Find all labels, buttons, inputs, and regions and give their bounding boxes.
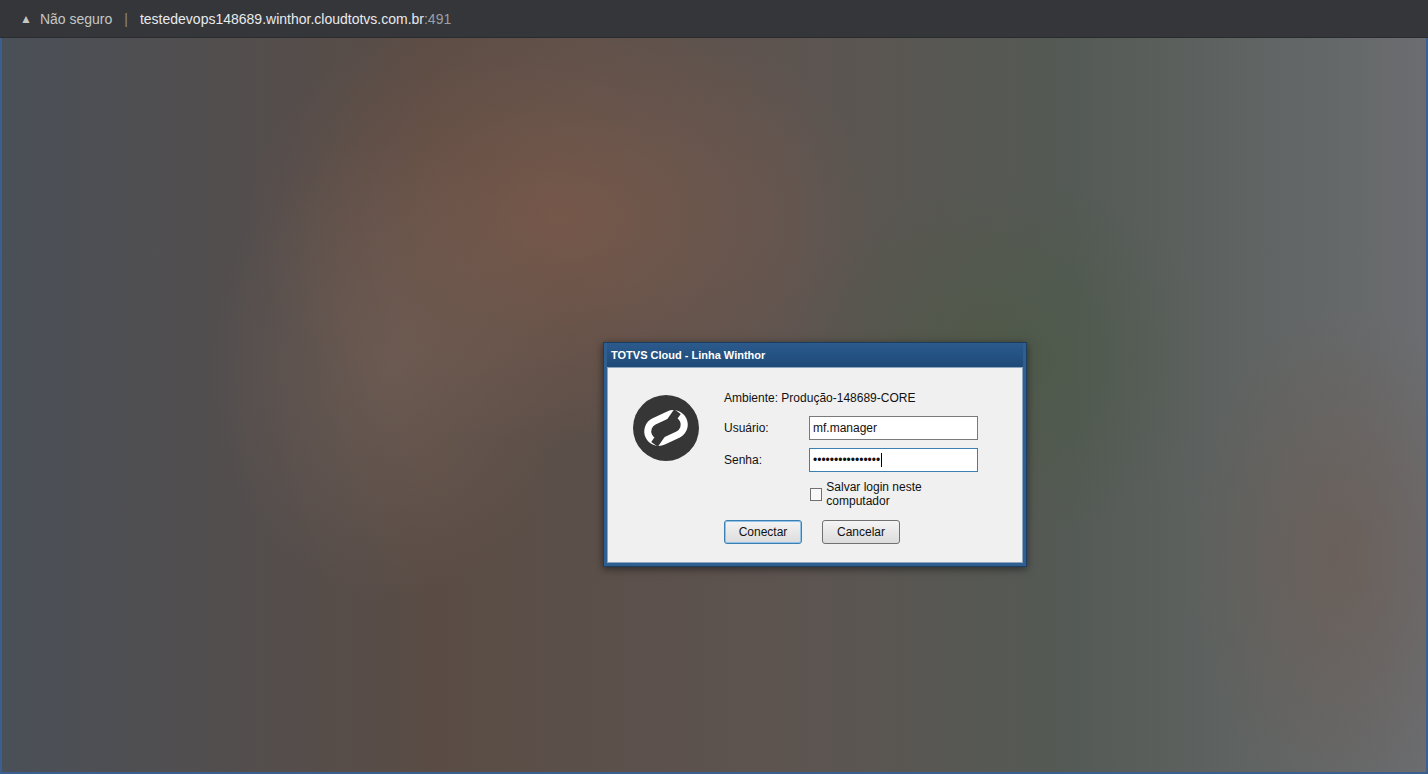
save-login-checkbox[interactable] — [810, 488, 822, 501]
field-value[interactable]: mf.manager — [813, 421, 877, 435]
url-port[interactable]: :491 — [424, 11, 451, 27]
field-row: Senha: •••••••••••••••• — [724, 448, 978, 472]
connect-button[interactable]: Conectar — [724, 520, 802, 544]
field-row: Usuário: mf.manager — [724, 416, 978, 440]
login-form: Ambiente: Produção-148689-CORE Usuário: mf… — [724, 388, 1022, 544]
warning-icon[interactable]: ▲ — [20, 12, 32, 26]
button-row: Conectar Cancelar — [724, 520, 978, 544]
password-input[interactable]: •••••••••••••••• — [809, 448, 978, 472]
login-dialog: TOTVS Cloud - Linha Winthor Ambiente: Pro… — [603, 342, 1027, 567]
username-input[interactable]: mf.manager — [809, 416, 978, 440]
separator: | — [120, 11, 132, 27]
cancel-button[interactable]: Cancelar — [822, 520, 900, 544]
url-host[interactable]: testedevops148689.winthor.cloudtotvs.com… — [140, 11, 424, 27]
dialog-title: TOTVS Cloud - Linha Winthor — [607, 343, 1023, 367]
environment-label: Ambiente: Produção-148689-CORE — [724, 388, 978, 408]
field-label: Senha: — [724, 453, 809, 467]
dialog-body: Ambiente: Produção-148689-CORE Usuário: mf… — [607, 367, 1023, 563]
save-login-row[interactable]: Salvar login neste computador — [810, 480, 978, 508]
logo-column — [608, 388, 724, 544]
field-label: Usuário: — [724, 421, 809, 435]
field-value[interactable]: •••••••••••••••• — [813, 453, 880, 467]
security-label[interactable]: Não seguro — [40, 11, 112, 27]
save-login-label[interactable]: Salvar login neste computador — [826, 480, 978, 508]
url[interactable]: testedevops148689.winthor.cloudtotvs.com… — [140, 11, 451, 27]
text-caret — [881, 453, 882, 467]
address-bar[interactable]: ▲ Não seguro | testedevops148689.winthor.cl… — [0, 0, 1428, 38]
totvs-logo-icon — [632, 394, 700, 462]
